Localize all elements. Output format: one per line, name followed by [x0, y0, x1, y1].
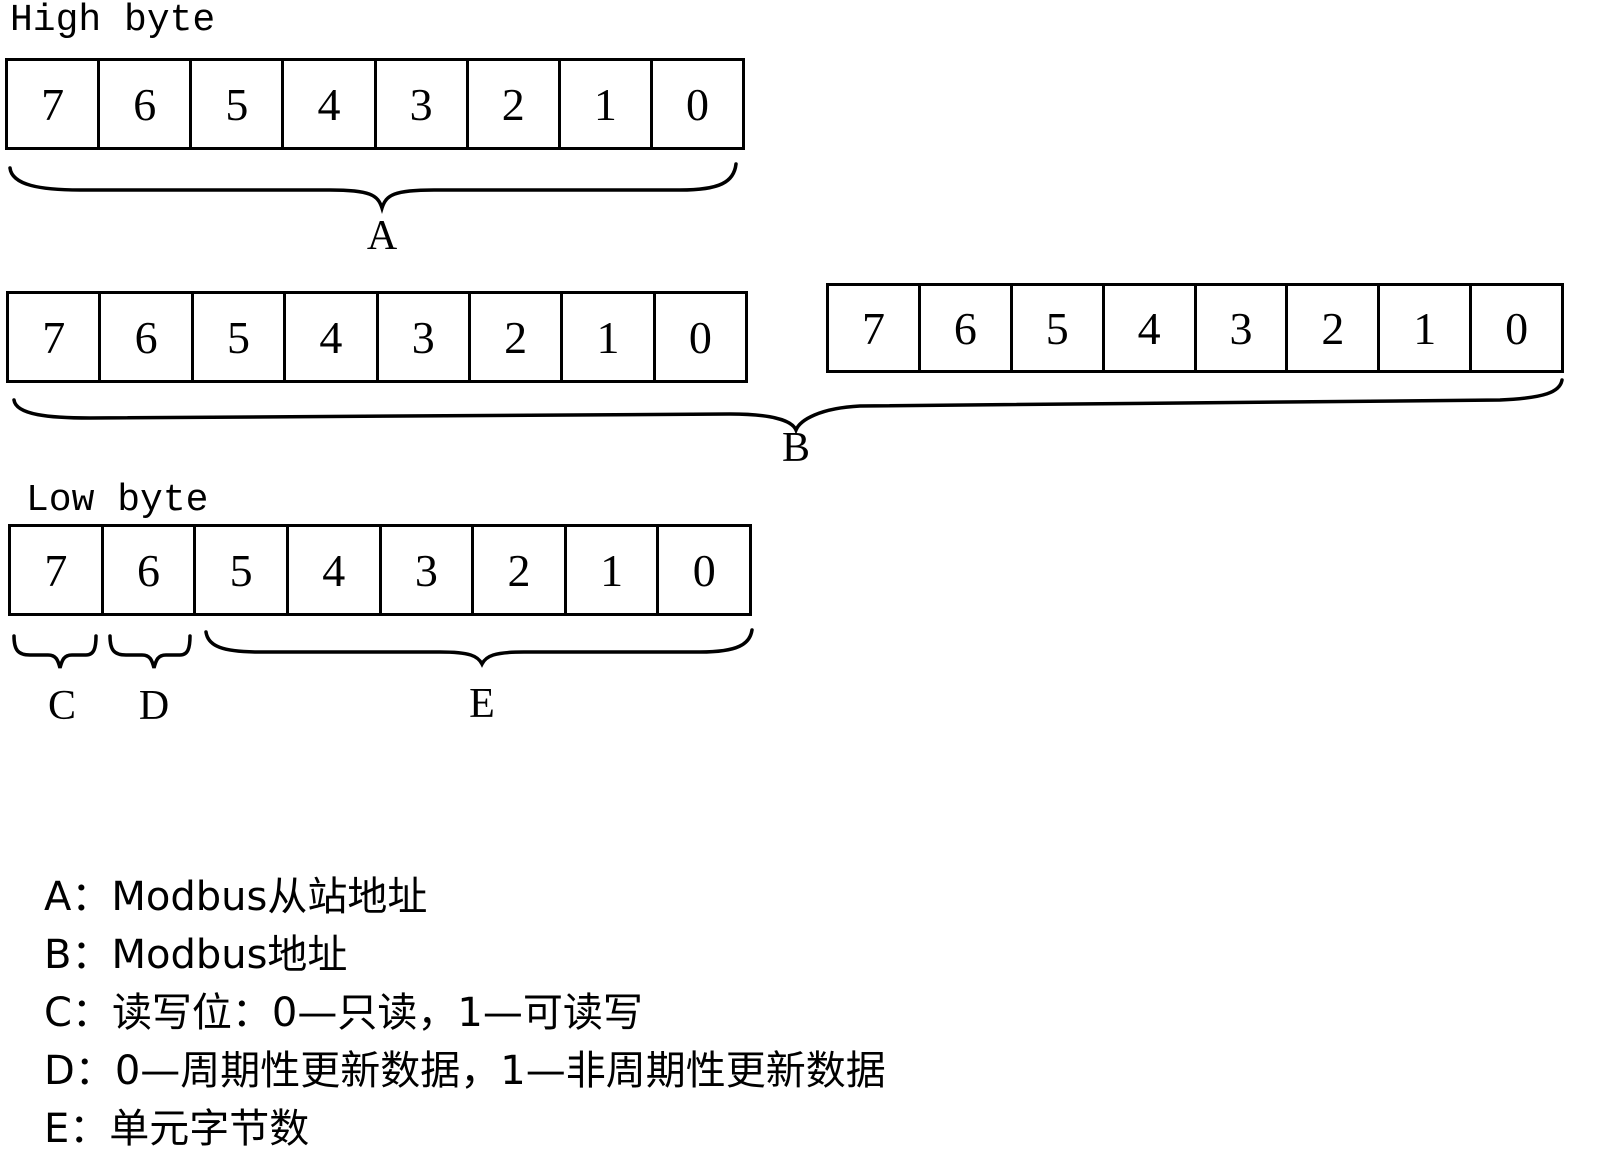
legend-key: C：: [44, 990, 112, 1036]
legend-item-c: C：读写位：0—只读，1—可读写: [44, 984, 886, 1042]
brace-label-a: A: [366, 213, 398, 259]
legend-item-b: B：Modbus地址: [44, 926, 886, 984]
legend-key: E：: [44, 1106, 110, 1152]
legend-text: Modbus从站地址: [111, 874, 428, 920]
brace-label-c: C: [47, 683, 77, 729]
legend: A：Modbus从站地址 B：Modbus地址 C：读写位：0—只读，1—可读写…: [44, 868, 886, 1158]
brace-label-d: D: [138, 683, 170, 729]
brace-b: [12, 378, 1564, 435]
legend-key: B：: [44, 932, 112, 978]
legend-text: 0—周期性更新数据，1—非周期性更新数据: [114, 1048, 886, 1094]
brace-a: [8, 162, 738, 214]
brace-label-b: B: [781, 425, 811, 471]
legend-item-e: E：单元字节数: [44, 1100, 886, 1158]
legend-key: A：: [44, 874, 112, 920]
legend-item-a: A：Modbus从站地址: [44, 868, 886, 926]
brace-e: [204, 628, 754, 668]
legend-text: 单元字节数: [109, 1106, 310, 1152]
legend-text: Modbus地址: [111, 932, 348, 978]
legend-text: 读写位：0—只读，1—可读写: [111, 990, 643, 1036]
brace-c: [12, 634, 98, 669]
legend-key: D：: [44, 1048, 115, 1094]
brace-label-e: E: [469, 681, 495, 727]
brace-d: [108, 634, 192, 669]
legend-item-d: D：0—周期性更新数据，1—非周期性更新数据: [44, 1042, 886, 1100]
braces-layer: [8, 162, 1564, 669]
